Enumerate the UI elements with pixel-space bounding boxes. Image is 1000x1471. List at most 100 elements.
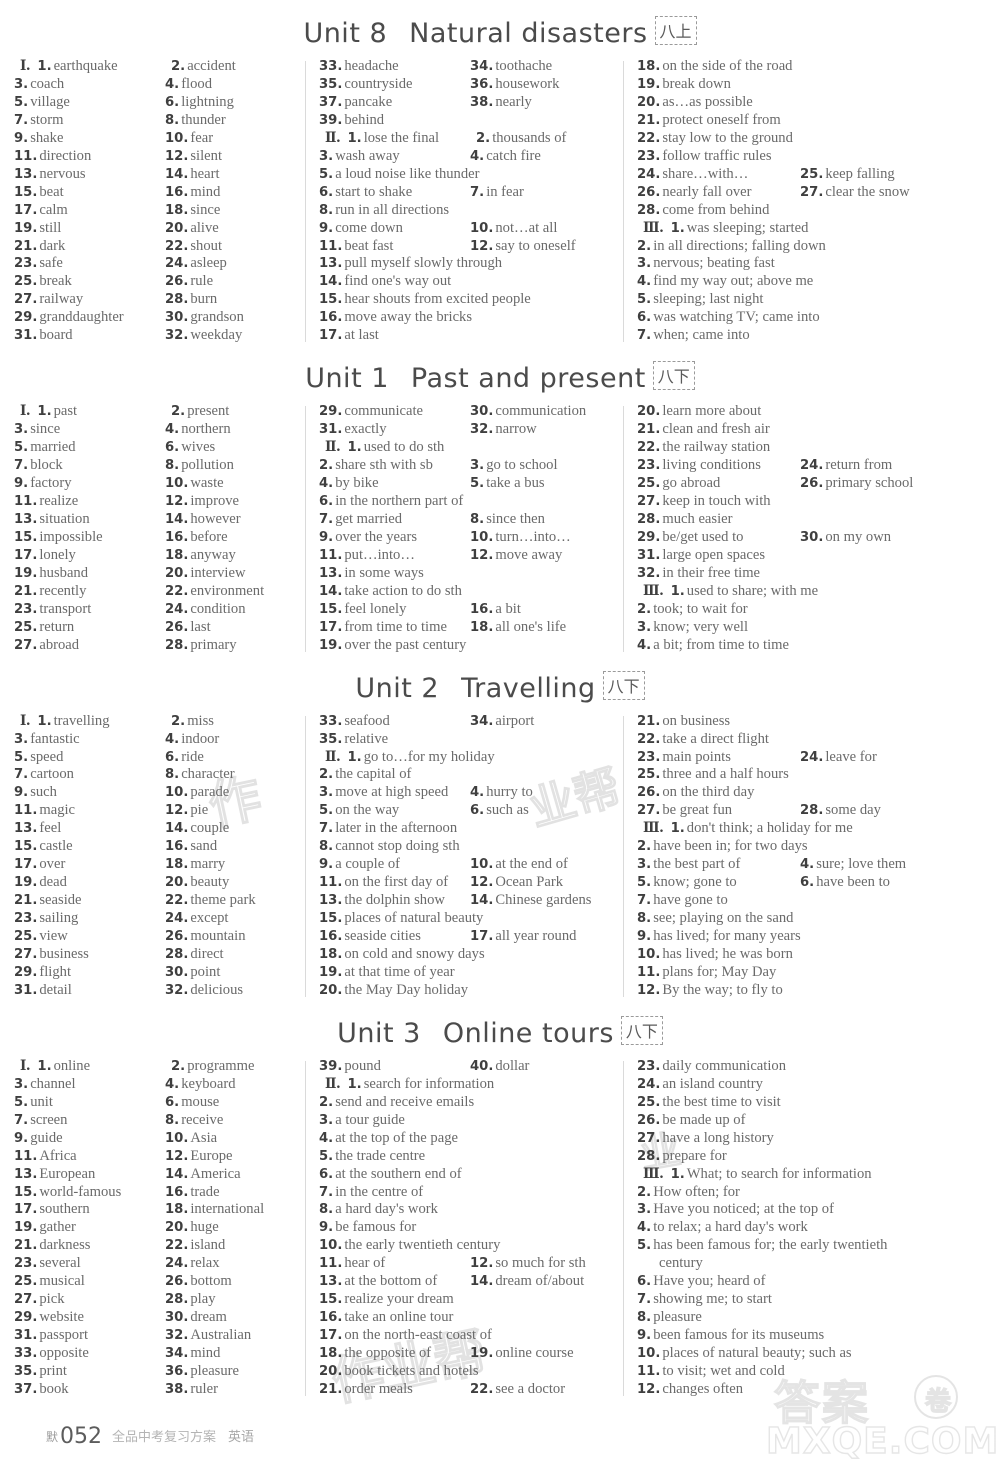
answer-number: 3. xyxy=(319,1112,334,1128)
answer-number: 11. xyxy=(637,964,661,980)
answer-text: in all directions; falling down xyxy=(653,237,826,254)
answer-number: 1. xyxy=(347,1076,362,1092)
answer-number: 11. xyxy=(14,1148,38,1164)
answer-line: 25. break 26. rule xyxy=(14,273,293,291)
answer-number: 3. xyxy=(319,785,334,801)
answer-number: 25. xyxy=(14,619,38,635)
answer-text: on the first day of xyxy=(344,874,449,891)
answer-number: 22. xyxy=(470,1382,494,1397)
answer-line: 33. seafood 34. airport xyxy=(319,713,611,731)
answer-text: relative xyxy=(344,730,389,747)
answer-number: 20. xyxy=(165,220,189,236)
answer-line: 23. transport 24. condition xyxy=(14,601,293,619)
answer-number: 2. xyxy=(319,1094,334,1110)
answer-text: rule xyxy=(190,273,214,290)
answer-number: 27. xyxy=(14,946,38,962)
answer-text: large open spaces xyxy=(662,546,766,563)
answer-line: 17. southern 18. international xyxy=(14,1201,293,1219)
answer-number: 7. xyxy=(319,511,334,527)
answer-number: 10. xyxy=(165,130,189,146)
answer-line: 3. nervous; beating fast xyxy=(637,255,951,273)
answer-number: 12. xyxy=(470,547,494,563)
answer-number: 8. xyxy=(165,767,180,783)
answer-number: 18. xyxy=(637,59,661,74)
answer-number: 2. xyxy=(319,458,334,474)
answer-number: 32. xyxy=(165,328,189,344)
answer-number: 24. xyxy=(165,911,189,927)
answer-text: trade xyxy=(190,1183,220,1200)
answer-text: protect oneself from xyxy=(662,111,781,128)
answer-text: the dolphin show xyxy=(344,892,445,909)
answer-text: move away xyxy=(495,546,563,563)
answer-text: improve xyxy=(190,493,240,510)
answer-number: 15. xyxy=(14,839,38,855)
answer-line: 9. been famous for its museums xyxy=(637,1327,951,1345)
answer-number: 27. xyxy=(800,184,824,200)
answer-text: primary xyxy=(190,636,237,653)
answer-text: nearly fall over xyxy=(662,183,752,200)
unit-title: Unit 2 Travelling 八下 xyxy=(0,670,1000,704)
answer-number: 26. xyxy=(165,1274,189,1290)
answer-number: 24. xyxy=(637,1076,661,1092)
answer-number: 8. xyxy=(470,511,485,527)
answer-line: 19. over the past century xyxy=(319,637,611,655)
answer-number: 4. xyxy=(470,785,485,801)
answer-number: 21. xyxy=(637,112,661,128)
answer-text: since xyxy=(190,201,221,218)
answer-number: 6. xyxy=(800,875,815,891)
answer-text: move at high speed xyxy=(335,784,449,801)
answer-text: business xyxy=(39,945,89,962)
answer-number: 3. xyxy=(637,857,652,873)
answer-number: 22. xyxy=(637,130,661,146)
answer-text: fantastic xyxy=(30,730,80,747)
answer-text: huge xyxy=(190,1219,219,1236)
answer-text: nervous; beating fast xyxy=(653,255,775,272)
answer-number: 11. xyxy=(14,803,38,819)
answer-line: 14. find one's way out xyxy=(319,273,611,291)
answer-line: 13. the dolphin show 14. Chinese gardens xyxy=(319,892,611,910)
answer-line: 17. on the north-east coast of xyxy=(319,1327,611,1345)
answer-text: couple xyxy=(190,820,230,837)
answer-number: 2. xyxy=(171,1058,186,1074)
answer-number: 25. xyxy=(800,166,824,182)
answer-text: international xyxy=(190,1201,265,1218)
answer-number: 21. xyxy=(14,238,38,254)
answer-number: 15. xyxy=(14,1184,38,1200)
answer-number: 23. xyxy=(637,1058,661,1074)
answer-line: 6. Have you; heard of xyxy=(637,1273,951,1291)
answer-number: 21. xyxy=(14,583,38,599)
answer-number: 23. xyxy=(14,1256,38,1272)
answer-number: 6. xyxy=(165,1094,180,1110)
answer-line: 9. has lived; for many years xyxy=(637,928,951,946)
answer-number: 18. xyxy=(165,202,189,218)
answer-line: 13. in some ways xyxy=(319,565,611,583)
answer-column: 18. on the side of the road 19. break down 2… xyxy=(623,58,963,345)
answer-number: 40. xyxy=(470,1058,494,1074)
answer-line: 11. put…into… 12. move away xyxy=(319,547,611,565)
answer-number: 17. xyxy=(319,328,343,344)
answer-text: see a doctor xyxy=(495,1381,566,1397)
unit-name: Past and present xyxy=(410,363,646,395)
answer-text: asleep xyxy=(190,255,227,272)
answer-text: Have you noticed; at the top of xyxy=(653,1201,834,1218)
answer-text: in the northern part of xyxy=(335,493,464,510)
answer-text: be made up of xyxy=(662,1111,746,1128)
unit-grade-badge: 八下 xyxy=(652,361,695,391)
answer-number: 29. xyxy=(14,1310,38,1326)
answer-text: wives xyxy=(181,439,216,456)
footer-series: 全品中考复习方案 xyxy=(112,1430,217,1445)
answer-line: 18. on the side of the road xyxy=(637,58,951,76)
unit-label: Unit 1 xyxy=(305,363,389,395)
answer-line: 13. at the bottom of 14. dream of/about xyxy=(319,1273,611,1291)
answer-text: share sth with sb xyxy=(335,457,433,474)
answer-text: mountain xyxy=(190,928,246,945)
answer-number: 10. xyxy=(165,785,189,801)
answer-text: miss xyxy=(187,712,214,729)
answer-line: 27. business 28. direct xyxy=(14,946,293,964)
answer-number: 34. xyxy=(165,1346,189,1362)
answer-line: 7. storm 8. thunder xyxy=(14,112,293,130)
answer-line: 5. the trade centre xyxy=(319,1148,611,1166)
section-roman: Ⅲ xyxy=(643,219,660,236)
answer-line: 11. on the first day of 12. Ocean Park xyxy=(319,874,611,892)
answer-text: keyboard xyxy=(181,1075,236,1092)
